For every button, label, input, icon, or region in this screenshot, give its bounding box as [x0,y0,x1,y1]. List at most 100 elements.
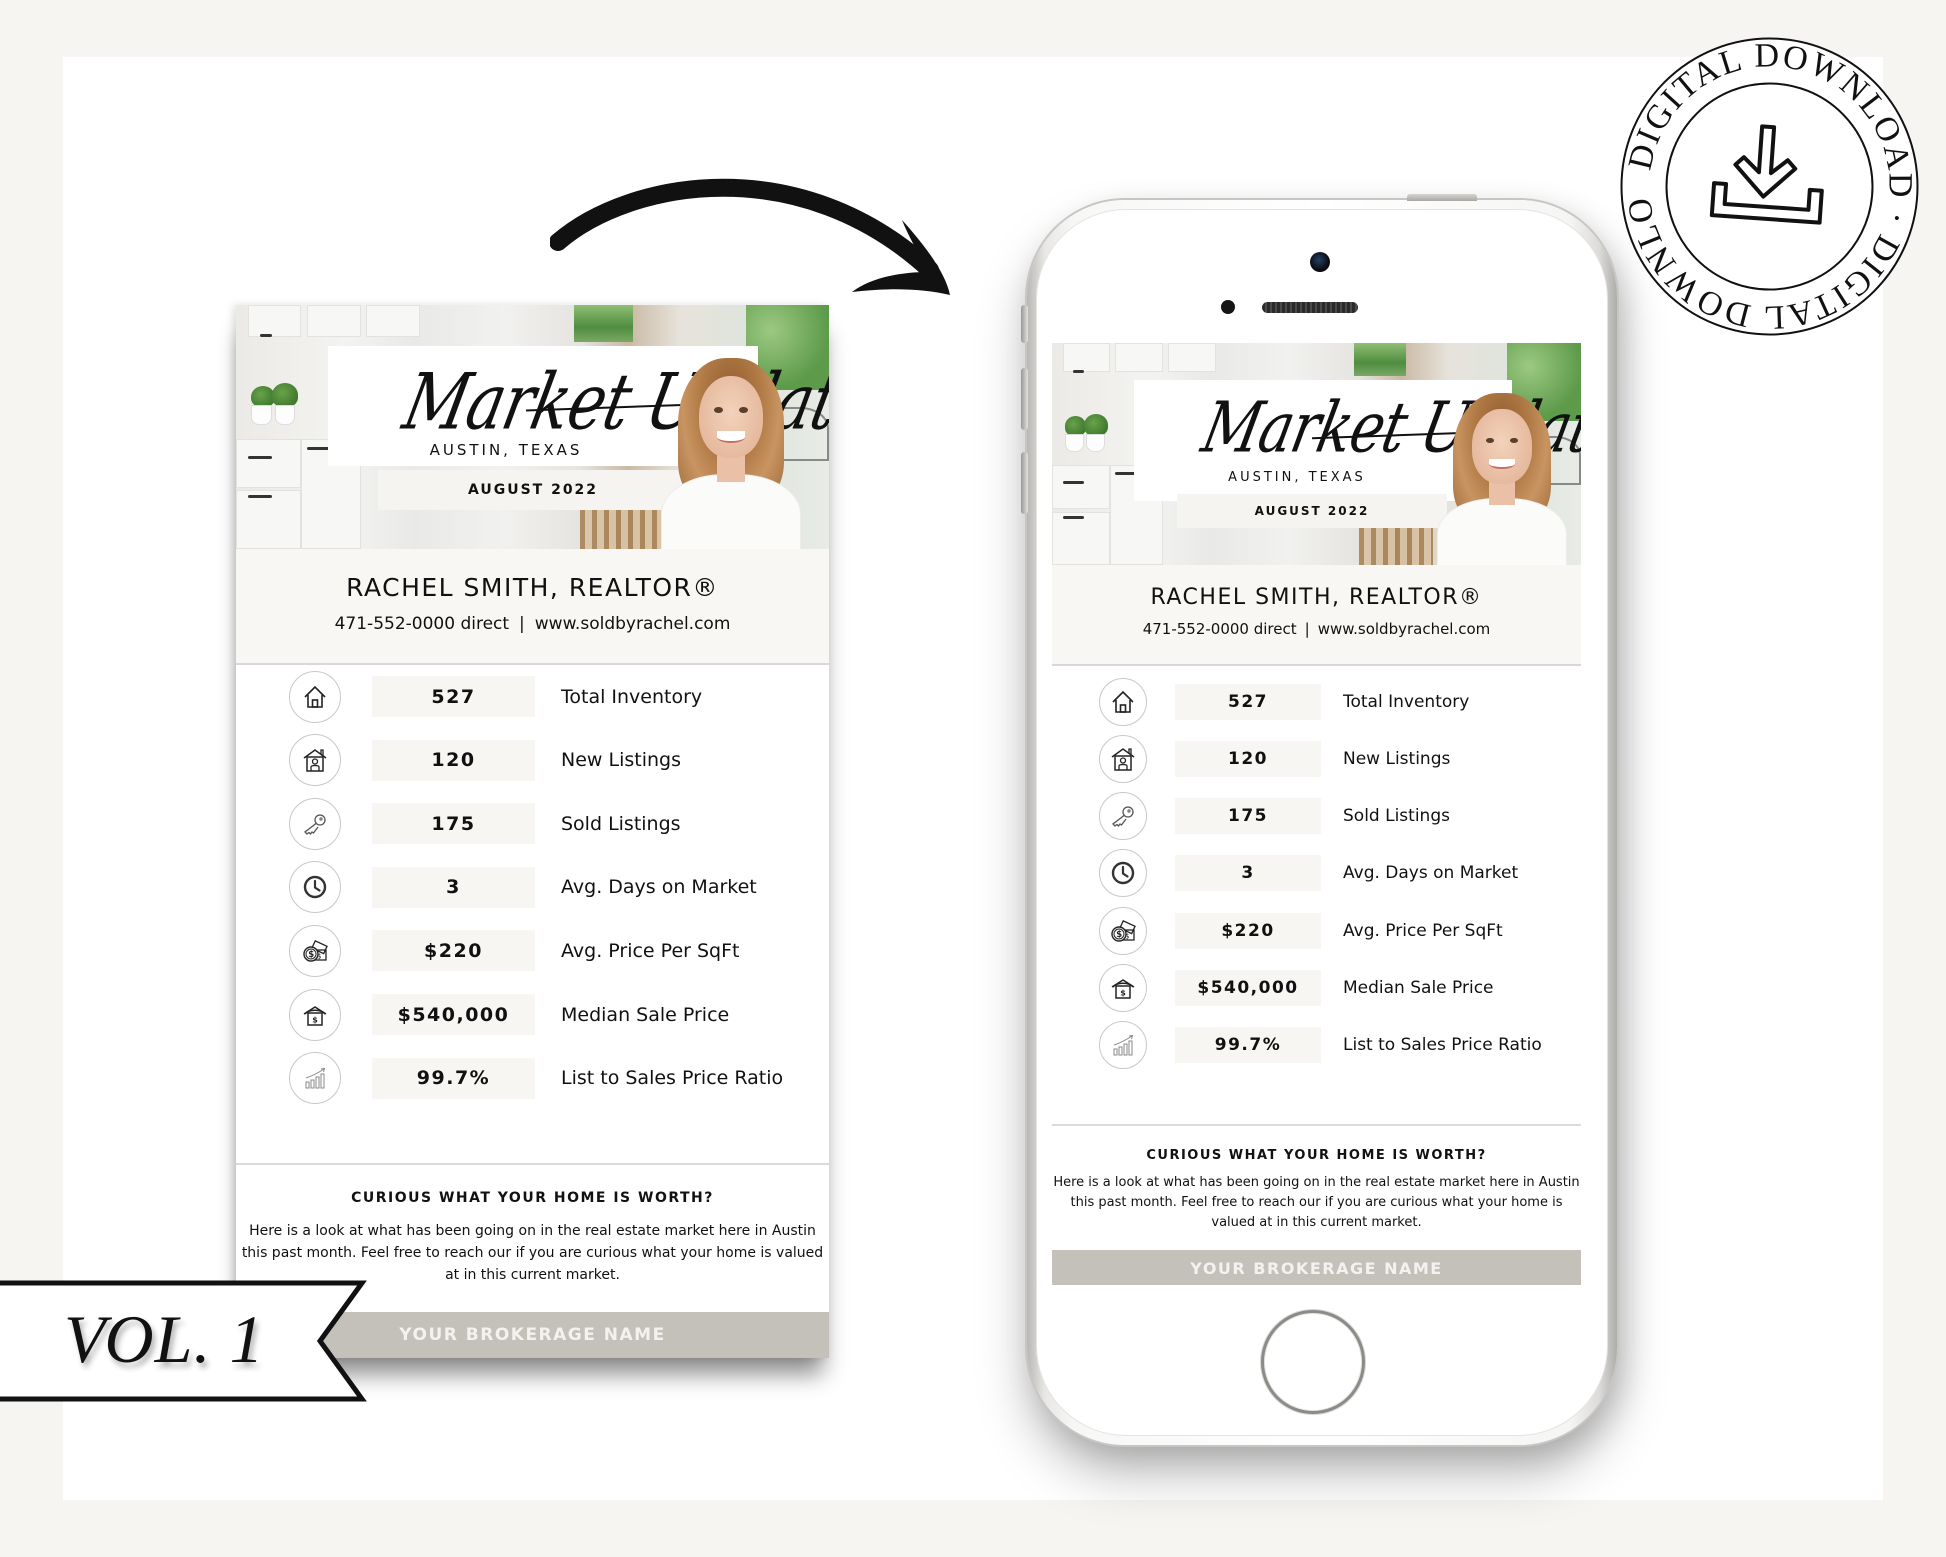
metrics-list: 527 Total Inventory 120 New Listings 175 Sold… [1052,673,1581,1113]
house-person-icon [303,749,327,772]
metric-label: Median Sale Price [561,1003,730,1026]
contact-separator: | [519,614,525,634]
hero-banner: Market Update AUSTIN, TEXAS AUGUST 2022 [1052,343,1581,565]
metric-value-box: 175 [1175,798,1321,835]
metric-value: $220 [1221,920,1275,941]
metric-value-box: 527 [1175,683,1321,720]
contact-line: 471-552-0000 direct | www.soldbyrachel.com [236,614,829,634]
cta-title: CURIOUS WHAT YOUR HOME IS WORTH? [1146,1148,1487,1163]
phone-screen: Market Update AUSTIN, TEXAS AUGUST 2022 … [1052,343,1581,1285]
metric-value: $540,000 [397,1003,510,1026]
metric-value: 99.7% [416,1067,491,1090]
brokerage-name: YOUR BROKERAGE NAME [399,1325,666,1345]
house-icon [304,685,326,708]
home-button[interactable] [1261,1310,1365,1414]
metric-row: $ $540,000 Median Sale Price [236,983,829,1046]
svg-text:$: $ [312,1015,318,1024]
agent-name: RACHEL SMITH, REALTOR® [346,573,719,602]
metric-label: Avg. Price Per SqFt [561,939,740,962]
metric-value: 120 [1228,748,1268,769]
metric-label: Total Inventory [1343,691,1470,712]
metric-icon-circle: $ [1099,964,1147,1012]
cta-section: CURIOUS WHAT YOUR HOME IS WORTH? Here is… [1052,1148,1581,1233]
house-dollar-icon: $ [303,1005,327,1026]
volume-down-button [1021,452,1028,514]
section-divider [236,1163,829,1165]
metric-label: Sold Listings [561,812,681,835]
money-icon: $$ [1111,919,1136,942]
metric-row: 120 New Listings [236,729,829,792]
metric-value-box: 527 [372,676,535,717]
metric-row: $ $ $220 Avg. Price Per SqFt [236,919,829,982]
date-box: AUGUST 2022 [378,470,688,510]
phone-number[interactable]: 471-552-0000 direct [1143,620,1297,638]
metric-label: List to Sales Price Ratio [1343,1035,1542,1056]
metric-row: 99.7% List to Sales Price Ratio [1052,1017,1581,1074]
metric-row: 527 Total Inventory [1052,673,1581,730]
metric-icon-circle: $ $ [289,924,341,977]
city-label: AUSTIN, TEXAS [1228,470,1366,485]
website-link[interactable]: www.soldbyrachel.com [535,614,731,634]
mute-switch [1021,305,1028,343]
metric-value: 3 [446,876,461,899]
proximity-sensor [1221,300,1235,314]
metric-value-box: 120 [372,739,535,781]
metric-row: 527 Total Inventory [236,665,829,728]
metric-row: 120 New Listings [1052,730,1581,787]
metric-icon-circle [289,861,341,914]
hero-banner: Market Update AUSTIN, TEXAS AUGUST 2022 [236,305,829,549]
metric-icon-circle [289,734,341,787]
metric-value: 99.7% [1214,1035,1282,1056]
front-camera [1310,252,1330,272]
metric-value-box: $540,000 [1175,970,1321,1006]
metric-value: 3 [1241,863,1255,884]
brokerage-bar: YOUR BROKERAGE NAME [1052,1250,1581,1285]
metric-value-box: 99.7% [1175,1027,1321,1064]
metric-icon-circle [289,670,341,723]
metric-icon-circle [289,1052,341,1105]
metric-label: Avg. Price Per SqFt [1343,920,1503,941]
contact-section: RACHEL SMITH, REALTOR® 471-552-0000 dire… [1052,565,1581,666]
phone-number[interactable]: 471-552-0000 direct [335,614,509,634]
brokerage-name: YOUR BROKERAGE NAME [1190,1259,1443,1278]
metric-label: List to Sales Price Ratio [561,1067,784,1090]
date-label: AUGUST 2022 [1254,504,1370,518]
metric-value: $220 [424,939,483,962]
volume-up-button [1021,368,1028,430]
metric-icon-circle [289,797,341,850]
section-divider [1052,1124,1581,1126]
flyer-card-mobile: Market Update AUSTIN, TEXAS AUGUST 2022 … [1052,343,1581,1285]
metric-row: 99.7% List to Sales Price Ratio [236,1047,829,1110]
metric-value: 120 [431,749,476,772]
growth-chart-icon [1113,1035,1134,1056]
clock-icon [1111,862,1135,885]
metric-row: 3 Avg. Days on Market [236,856,829,919]
metric-value-box: 120 [1175,740,1321,777]
cta-body: Here is a look at what has been going on… [1053,1175,1580,1230]
website-link[interactable]: www.soldbyrachel.com [1318,620,1491,638]
date-label: AUGUST 2022 [467,482,599,498]
metric-label: Avg. Days on Market [561,876,757,899]
volume-ribbon: VOL. 1 [0,1280,374,1402]
metric-icon-circle [1099,792,1147,841]
cta-body: Here is a look at what has been going on… [241,1223,824,1283]
metric-label: New Listings [561,749,681,772]
metric-label: Total Inventory [561,685,703,708]
metric-row: 3 Avg. Days on Market [1052,845,1581,902]
metric-value-box: 3 [1175,855,1321,892]
metric-icon-circle [1099,734,1147,783]
metric-value-box: $540,000 [372,994,535,1035]
metric-icon-circle [1099,849,1147,898]
city-label: AUSTIN, TEXAS [429,441,583,459]
cta-title: CURIOUS WHAT YOUR HOME IS WORTH? [351,1190,714,1206]
power-button [1407,194,1477,201]
metric-icon-circle [1099,1021,1147,1070]
metric-icon-circle [1099,677,1147,726]
metric-icon-circle: $ $ [1099,906,1147,955]
badge-inner-ring [1665,82,1874,291]
house-person-icon [1111,747,1135,771]
metric-label: New Listings [1343,748,1451,769]
earpiece-speaker [1262,302,1358,313]
flyer-card-print: Market Update AUSTIN, TEXAS AUGUST 2022 … [236,305,829,1358]
svg-text:$: $ [1116,930,1122,940]
